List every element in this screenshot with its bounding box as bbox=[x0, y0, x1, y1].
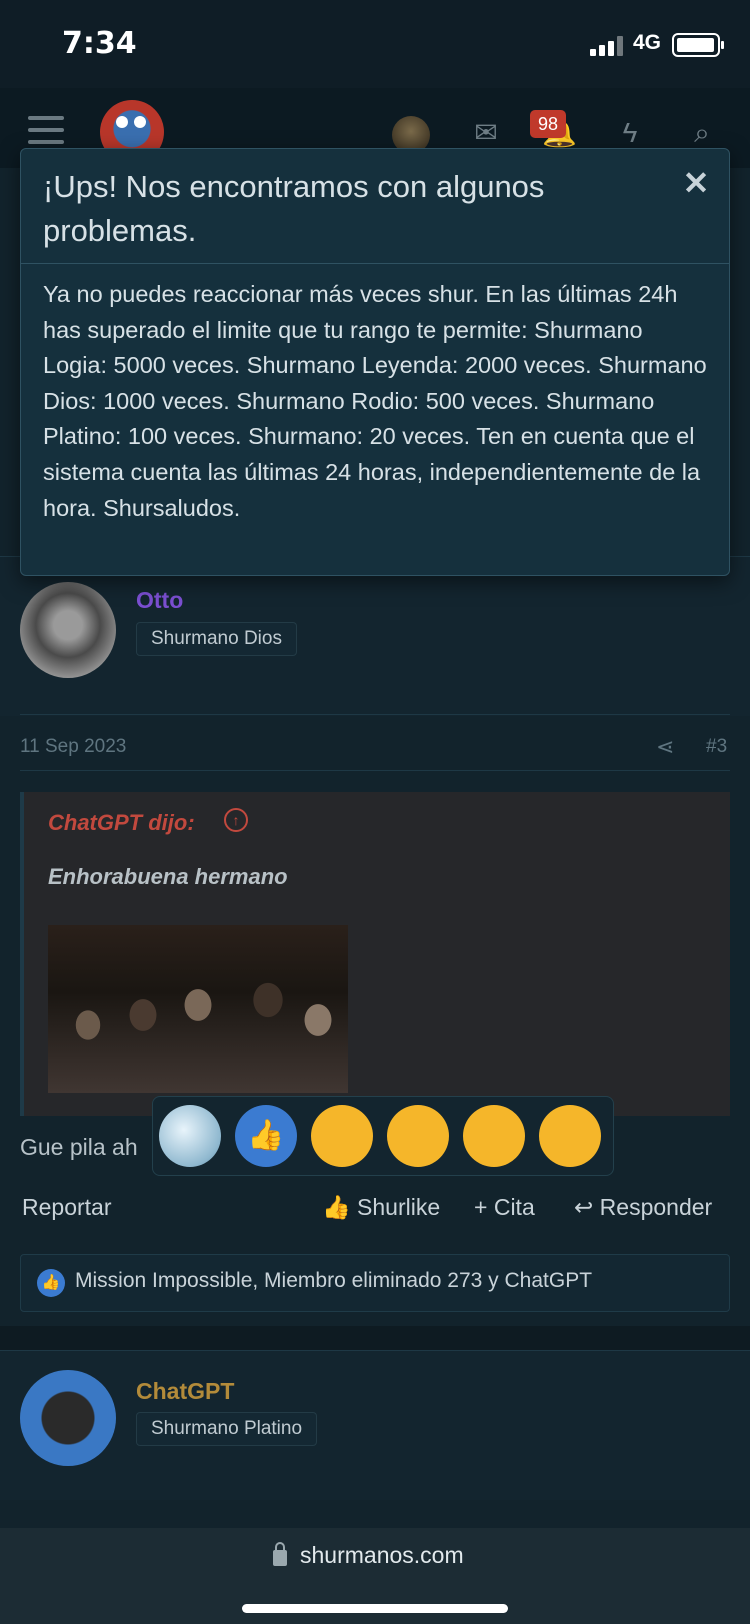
network-type: 4G bbox=[633, 31, 662, 54]
status-bar: 7:34 4G bbox=[0, 0, 750, 88]
home-indicator[interactable] bbox=[242, 1604, 508, 1613]
post-gap bbox=[0, 1326, 750, 1350]
divider bbox=[20, 714, 730, 715]
url-text[interactable]: shurmanos.com bbox=[300, 1542, 464, 1569]
quote-button[interactable]: + Cita bbox=[474, 1194, 535, 1221]
post-date[interactable]: 11 Sep 2023 bbox=[20, 736, 126, 758]
post-number[interactable]: #3 bbox=[706, 736, 727, 758]
clock: 7:34 bbox=[62, 26, 137, 61]
signal-icon bbox=[590, 34, 626, 56]
like-icon: 👍 bbox=[37, 1269, 65, 1297]
error-dialog: ¡Ups! Nos encontramos con algunos proble… bbox=[20, 148, 730, 576]
menu-icon[interactable] bbox=[28, 116, 64, 146]
author-rank: Shurmano Dios bbox=[136, 622, 297, 656]
shurlike-label: Shurlike bbox=[357, 1194, 441, 1220]
divider bbox=[21, 263, 729, 264]
likes-text: Mission Impossible, Miembro eliminado 27… bbox=[75, 1269, 593, 1292]
notification-badge: 98 bbox=[530, 110, 566, 138]
lock-icon bbox=[273, 1542, 287, 1566]
likes-summary[interactable]: 👍 Mission Impossible, Miembro eliminado … bbox=[20, 1254, 730, 1312]
author-rank: Shurmano Platino bbox=[136, 1412, 318, 1446]
dialog-title: ¡Ups! Nos encontramos con algunos proble… bbox=[43, 169, 545, 248]
reply-button[interactable]: ↩ Responder bbox=[574, 1194, 712, 1221]
sad-reaction-icon[interactable] bbox=[539, 1105, 601, 1167]
like-reaction-icon[interactable]: 👍 bbox=[235, 1105, 297, 1167]
browser-url-bar[interactable]: shurmanos.com bbox=[0, 1528, 750, 1624]
applause-gif[interactable] bbox=[48, 925, 348, 1093]
post-body: Gue pila ah bbox=[20, 1134, 138, 1160]
quote-text: Enhorabuena hermano bbox=[48, 864, 288, 889]
quote-block: ChatGPT dijo: ↑ Enhorabuena hermano bbox=[20, 792, 730, 1116]
report-button[interactable]: Reportar bbox=[22, 1194, 111, 1221]
author-avatar[interactable] bbox=[20, 582, 116, 678]
bolt-icon[interactable]: ϟ bbox=[614, 118, 646, 148]
reaction-picker: 👍 bbox=[152, 1096, 614, 1176]
arrow-up-icon[interactable]: ↑ bbox=[224, 808, 248, 832]
close-icon[interactable]: ✕ bbox=[676, 163, 716, 203]
quote-label: Cita bbox=[493, 1194, 535, 1220]
reply-label: Responder bbox=[599, 1194, 713, 1220]
share-icon[interactable]: ⋖ bbox=[656, 734, 674, 760]
mail-icon[interactable]: ✉ bbox=[470, 118, 502, 148]
shocked-reaction-icon[interactable] bbox=[463, 1105, 525, 1167]
quote-author[interactable]: ChatGPT dijo: bbox=[48, 810, 195, 836]
author-name[interactable]: ChatGPT bbox=[136, 1378, 234, 1405]
shurlike-button[interactable]: 👍 Shurlike bbox=[322, 1194, 440, 1221]
dialog-message: Ya no puedes reaccionar más veces shur. … bbox=[43, 281, 707, 521]
battery-icon bbox=[672, 33, 724, 57]
divider bbox=[20, 770, 730, 771]
rofl-reaction-icon[interactable] bbox=[387, 1105, 449, 1167]
author-avatar[interactable] bbox=[20, 1370, 116, 1466]
diamond-reaction-icon[interactable] bbox=[159, 1105, 221, 1167]
search-icon[interactable]: ⌕ bbox=[686, 118, 718, 148]
author-name[interactable]: Otto bbox=[136, 587, 183, 614]
heart-eyes-reaction-icon[interactable] bbox=[311, 1105, 373, 1167]
